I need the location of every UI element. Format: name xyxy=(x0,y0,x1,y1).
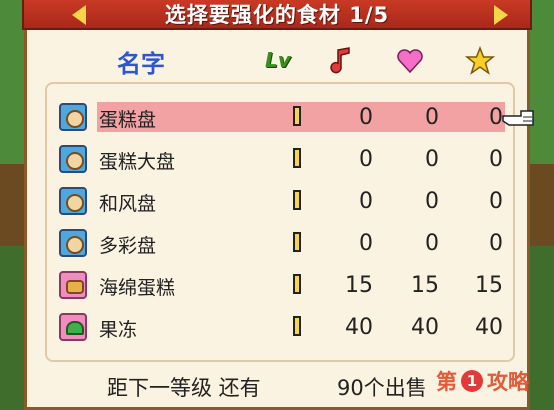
plate-icon xyxy=(59,187,87,215)
hand-pointer-icon xyxy=(502,110,534,126)
item-star-value: 0 xyxy=(489,189,503,214)
item-heart-value: 15 xyxy=(411,273,439,298)
title-bar: 选择要强化的食材 1/5 xyxy=(22,0,532,30)
next-page-arrow-icon[interactable] xyxy=(494,5,508,25)
level-bar-icon xyxy=(293,190,301,210)
item-music-value: 40 xyxy=(345,315,373,340)
item-music-value: 0 xyxy=(359,147,373,172)
heart-icon xyxy=(397,49,423,74)
plate-icon xyxy=(59,145,87,173)
item-name: 海绵蛋糕 xyxy=(99,277,176,299)
list-item[interactable]: 多彩盘 0 0 0 xyxy=(57,228,505,258)
column-header-name: 名字 xyxy=(117,50,165,78)
level-bar-icon xyxy=(293,148,301,168)
item-name: 果冻 xyxy=(99,319,138,341)
item-music-value: 0 xyxy=(359,189,373,214)
list-item[interactable]: 海绵蛋糕 15 15 15 xyxy=(57,270,505,300)
item-name: 蛋糕大盘 xyxy=(99,151,176,173)
level-bar-icon xyxy=(293,106,301,126)
star-icon xyxy=(465,46,495,75)
item-star-value: 40 xyxy=(475,315,503,340)
sell-count-label: 90个出售 xyxy=(337,376,427,400)
list-item[interactable]: 果冻 40 40 40 xyxy=(57,312,505,342)
jelly-icon xyxy=(59,313,87,341)
item-name: 蛋糕盘 xyxy=(99,109,157,131)
item-music-value: 15 xyxy=(345,273,373,298)
plate-icon xyxy=(59,229,87,257)
page-title: 选择要强化的食材 1/5 xyxy=(164,3,390,27)
selected-row-highlight xyxy=(97,102,505,132)
column-header-row: 名字 Lv xyxy=(27,42,527,82)
plate-icon xyxy=(59,103,87,131)
list-item[interactable]: 蛋糕大盘 0 0 0 xyxy=(57,144,505,174)
watermark: 第 1 攻略 xyxy=(436,366,529,396)
watermark-suffix: 攻略 xyxy=(487,370,529,394)
item-heart-value: 40 xyxy=(411,315,439,340)
item-star-value: 0 xyxy=(489,105,503,130)
item-star-value: 0 xyxy=(489,231,503,256)
watermark-number: 1 xyxy=(461,370,483,392)
next-level-label: 距下一等级 还有 xyxy=(107,376,261,400)
item-music-value: 0 xyxy=(359,105,373,130)
list-item[interactable]: 蛋糕盘 0 0 0 xyxy=(57,102,505,132)
column-header-lv: Lv xyxy=(265,48,291,72)
item-name: 和风盘 xyxy=(99,193,157,215)
cake-icon xyxy=(59,271,87,299)
item-star-value: 15 xyxy=(475,273,503,298)
level-bar-icon xyxy=(293,316,301,336)
item-star-value: 0 xyxy=(489,147,503,172)
level-bar-icon xyxy=(293,274,301,294)
music-note-icon xyxy=(330,47,350,74)
list-item[interactable]: 和风盘 0 0 0 xyxy=(57,186,505,216)
item-heart-value: 0 xyxy=(425,231,439,256)
watermark-prefix: 第 xyxy=(436,370,457,394)
item-heart-value: 0 xyxy=(425,147,439,172)
item-name: 多彩盘 xyxy=(99,235,157,257)
item-heart-value: 0 xyxy=(425,189,439,214)
level-bar-icon xyxy=(293,232,301,252)
ingredient-list: 蛋糕盘 0 0 0 蛋糕大盘 0 0 0 和风盘 0 0 0 多彩盘 0 0 0… xyxy=(45,82,515,362)
prev-page-arrow-icon[interactable] xyxy=(72,5,86,25)
ingredient-panel: 名字 Lv 蛋糕盘 0 0 0 蛋糕大盘 0 0 0 和风盘 0 0 0 多彩盘… xyxy=(24,30,534,410)
item-music-value: 0 xyxy=(359,231,373,256)
item-heart-value: 0 xyxy=(425,105,439,130)
